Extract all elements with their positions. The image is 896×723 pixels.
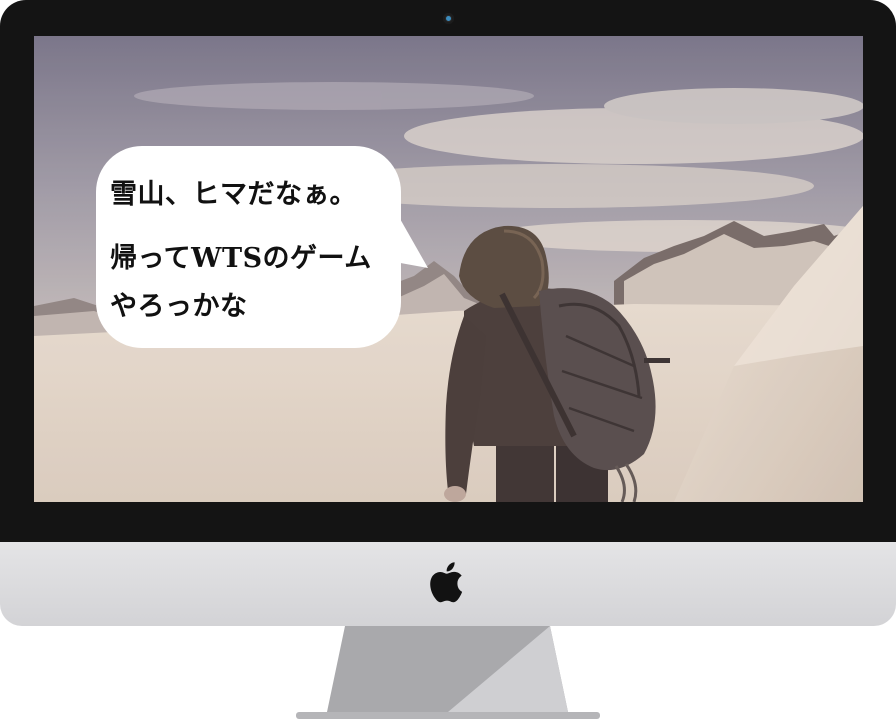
imac-mockup: 雪山、ヒマだなぁ。 帰ってWTSのゲーム やろっかな: [0, 0, 896, 723]
apple-logo-icon: [430, 562, 463, 603]
speech-bubble-line-2: 帰ってWTSのゲーム: [110, 243, 372, 274]
webcam-icon: [443, 13, 454, 24]
monitor-stand: [296, 626, 600, 719]
speech-bubble-line-1: 雪山、ヒマだなぁ。: [110, 179, 357, 210]
monitor-bezel: 雪山、ヒマだなぁ。 帰ってWTSのゲーム やろっかな: [0, 0, 896, 542]
monitor-screen: 雪山、ヒマだなぁ。 帰ってWTSのゲーム やろっかな: [34, 36, 863, 502]
speech-bubble-line-3: やろっかな: [110, 291, 248, 322]
speech-bubble: 雪山、ヒマだなぁ。 帰ってWTSのゲーム やろっかな: [96, 146, 401, 348]
